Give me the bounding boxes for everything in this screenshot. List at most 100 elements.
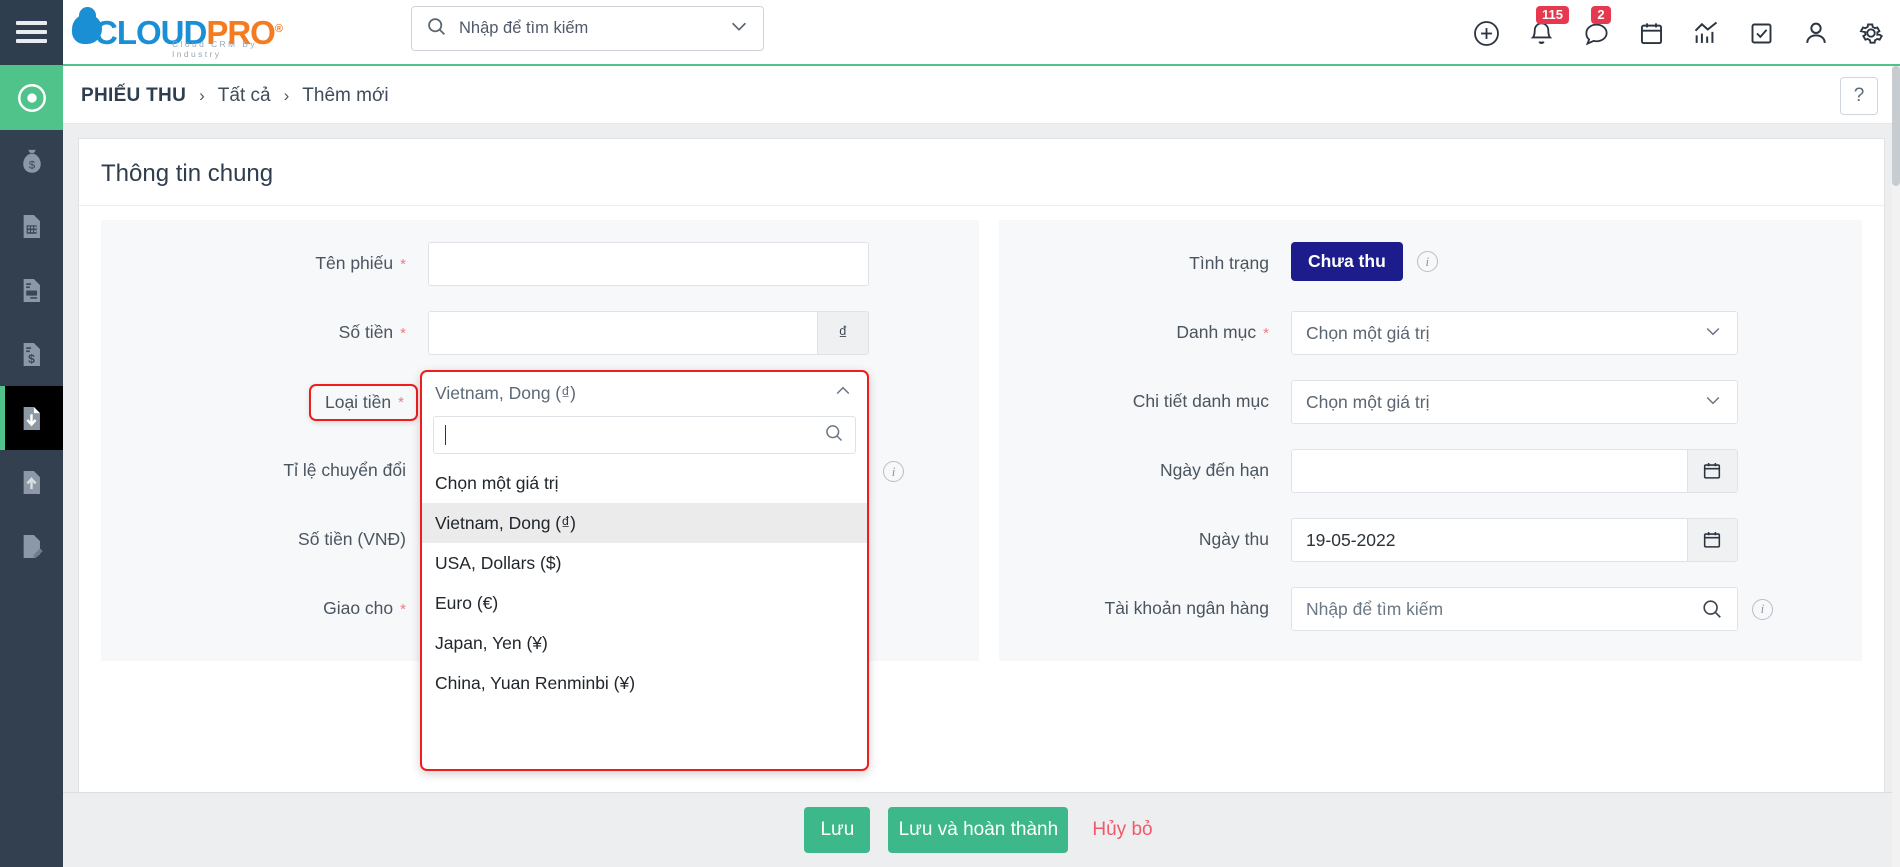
search-input[interactable] bbox=[457, 18, 728, 39]
field-row-amount: Số tiền * ₫ bbox=[101, 311, 979, 355]
sidebar-item-receipt-in[interactable] bbox=[0, 386, 63, 450]
form-footer: Lưu Lưu và hoàn thành Hủy bỏ bbox=[63, 792, 1900, 867]
currency-selected-value: Vietnam, Dong (₫) bbox=[435, 382, 576, 403]
category-detail-select-value: Chọn một giá trị bbox=[1305, 391, 1430, 412]
info-icon[interactable]: i bbox=[1751, 598, 1773, 620]
due-date-value[interactable] bbox=[1292, 450, 1687, 492]
sidebar-item-money-bag[interactable]: $ bbox=[0, 130, 63, 194]
svg-text:$: $ bbox=[28, 351, 35, 365]
calendar-icon[interactable] bbox=[1686, 450, 1737, 492]
add-circle-icon[interactable] bbox=[1471, 18, 1501, 48]
breadcrumb-item-module[interactable]: PHIẾU THU bbox=[81, 85, 186, 107]
required-marker: * bbox=[400, 601, 406, 618]
search-icon[interactable] bbox=[1686, 588, 1737, 630]
currency-option-list: Chọn một giá trị Vietnam, Dong (₫) USA, … bbox=[422, 463, 867, 703]
required-marker: * bbox=[1263, 325, 1269, 342]
field-label-collect-date: Ngày thu bbox=[1198, 529, 1269, 549]
search-icon bbox=[426, 16, 447, 42]
bank-account-input[interactable]: Nhập để tìm kiếm bbox=[1292, 588, 1687, 630]
field-row-bank-account: Tài khoản ngân hàng Nhập để tìm kiếm i bbox=[999, 587, 1862, 631]
collect-date-value[interactable]: 19-05-2022 bbox=[1292, 519, 1687, 561]
chat-icon[interactable]: 2 bbox=[1581, 6, 1611, 48]
save-button[interactable]: Lưu bbox=[804, 807, 871, 853]
category-detail-select[interactable]: Chọn một giá trị bbox=[1290, 380, 1738, 424]
field-label-exchange-rate: Tỉ lệ chuyển đổi bbox=[283, 460, 406, 480]
currency-option[interactable]: Chọn một giá trị bbox=[422, 463, 867, 503]
top-bar: CLOUDPRO® Cloud CRM By Industry Nhập để … bbox=[0, 0, 1900, 66]
sidebar-item-invoice-grid[interactable] bbox=[0, 194, 63, 258]
general-info-card: Thông tin chung Tên phiếu * Số tiền * ₫ … bbox=[78, 138, 1885, 797]
field-row-receipt-name: Tên phiếu * bbox=[101, 242, 979, 286]
amount-input[interactable] bbox=[428, 311, 817, 355]
chevron-right-icon: › bbox=[283, 85, 290, 105]
info-icon[interactable]: i bbox=[1416, 251, 1438, 272]
info-icon[interactable]: i bbox=[883, 461, 904, 482]
sidebar-item-document-money[interactable]: $ bbox=[0, 322, 63, 386]
chevron-right-icon: › bbox=[199, 85, 205, 105]
status-badge[interactable]: Chưa thu bbox=[1290, 242, 1403, 281]
chat-badge: 2 bbox=[1591, 6, 1611, 24]
field-label-currency-type-highlighted: Loại tiền * bbox=[308, 384, 418, 421]
chevron-down-icon bbox=[1703, 321, 1723, 345]
field-label-status: Tình trạng bbox=[1189, 253, 1269, 273]
analytics-icon[interactable] bbox=[1691, 18, 1721, 48]
category-select[interactable]: Chọn một giá trị bbox=[1290, 311, 1738, 355]
search-icon[interactable] bbox=[824, 423, 844, 448]
sidebar-item-document-card[interactable] bbox=[0, 258, 63, 322]
breadcrumb-item-all[interactable]: Tất cả bbox=[218, 85, 271, 107]
field-row-currency-type: Loại tiền * Vietnam, Dong (₫) Chọn một g… bbox=[101, 370, 979, 771]
svg-text:$: $ bbox=[28, 159, 35, 171]
cancel-button[interactable]: Hủy bỏ bbox=[1086, 818, 1158, 842]
field-label-assigned-to: Giao cho * bbox=[323, 598, 406, 618]
bell-badge: 115 bbox=[1536, 6, 1569, 24]
hamburger-icon[interactable] bbox=[0, 0, 63, 65]
required-marker: * bbox=[398, 394, 404, 411]
column-gap bbox=[979, 220, 999, 661]
currency-dropdown-header[interactable]: Vietnam, Dong (₫) bbox=[422, 372, 867, 414]
amount-field-group: ₫ bbox=[428, 311, 869, 355]
checkbox-task-icon[interactable] bbox=[1746, 18, 1776, 48]
gear-icon[interactable] bbox=[1856, 18, 1886, 48]
field-label-receipt-name: Tên phiếu * bbox=[315, 253, 406, 273]
sidebar-item-receipt-out[interactable] bbox=[0, 450, 63, 514]
page-title: Thông tin chung bbox=[79, 139, 1884, 206]
breadcrumb: PHIẾU THU › Tất cả › Thêm mới bbox=[81, 85, 389, 107]
bank-account-field[interactable]: Nhập để tìm kiếm bbox=[1290, 587, 1738, 631]
currency-option[interactable]: Vietnam, Dong (₫) bbox=[422, 503, 867, 543]
sidebar-item-target[interactable] bbox=[0, 66, 63, 130]
app-logo[interactable]: CLOUDPRO® Cloud CRM By Industry bbox=[72, 0, 283, 65]
save-and-complete-button[interactable]: Lưu và hoàn thành bbox=[888, 807, 1069, 853]
currency-option[interactable]: Japan, Yen (¥) bbox=[422, 623, 867, 663]
currency-dropdown-open[interactable]: Vietnam, Dong (₫) Chọn một giá trị Vietn… bbox=[420, 370, 869, 771]
help-button[interactable]: ? bbox=[1840, 77, 1878, 115]
breadcrumb-item-new[interactable]: Thêm mới bbox=[302, 85, 388, 107]
vertical-scrollbar[interactable] bbox=[1892, 66, 1900, 867]
currency-option[interactable]: USA, Dollars ($) bbox=[422, 543, 867, 583]
chevron-up-icon[interactable] bbox=[833, 381, 853, 406]
due-date-field[interactable] bbox=[1290, 449, 1738, 493]
field-row-category: Danh mục * Chọn một giá trị bbox=[999, 311, 1862, 355]
field-row-due-date: Ngày đến hạn bbox=[999, 449, 1862, 493]
currency-search-field[interactable] bbox=[433, 416, 856, 454]
chevron-down-icon bbox=[1703, 390, 1723, 414]
global-search[interactable] bbox=[411, 6, 764, 51]
breadcrumb-bar: PHIẾU THU › Tất cả › Thêm mới ? bbox=[63, 68, 1900, 124]
currency-suffix: ₫ bbox=[817, 311, 869, 355]
currency-option[interactable]: Euro (€) bbox=[422, 583, 867, 623]
field-row-status: Tình trạng Chưa thu i bbox=[999, 242, 1862, 286]
collect-date-field[interactable]: 19-05-2022 bbox=[1290, 518, 1738, 562]
sidebar-item-document-edit[interactable] bbox=[0, 514, 63, 578]
user-icon[interactable] bbox=[1801, 18, 1831, 48]
bell-icon[interactable]: 115 bbox=[1526, 6, 1569, 48]
receipt-name-input[interactable] bbox=[428, 242, 869, 286]
form-column-left: Tên phiếu * Số tiền * ₫ Loại tiền * Viet… bbox=[101, 220, 979, 771]
currency-option[interactable]: China, Yuan Renminbi (¥) bbox=[422, 663, 867, 703]
logo-registered-mark: ® bbox=[274, 22, 283, 35]
scrollbar-thumb[interactable] bbox=[1892, 66, 1900, 186]
calendar-icon[interactable] bbox=[1636, 18, 1666, 48]
calendar-icon[interactable] bbox=[1686, 519, 1737, 561]
form-column-right: Tình trạng Chưa thu i Danh mục * Chọn một… bbox=[998, 220, 1862, 661]
field-label-amount: Số tiền * bbox=[338, 322, 406, 342]
chevron-down-icon[interactable] bbox=[728, 15, 750, 42]
field-label-category: Danh mục * bbox=[1176, 322, 1269, 342]
